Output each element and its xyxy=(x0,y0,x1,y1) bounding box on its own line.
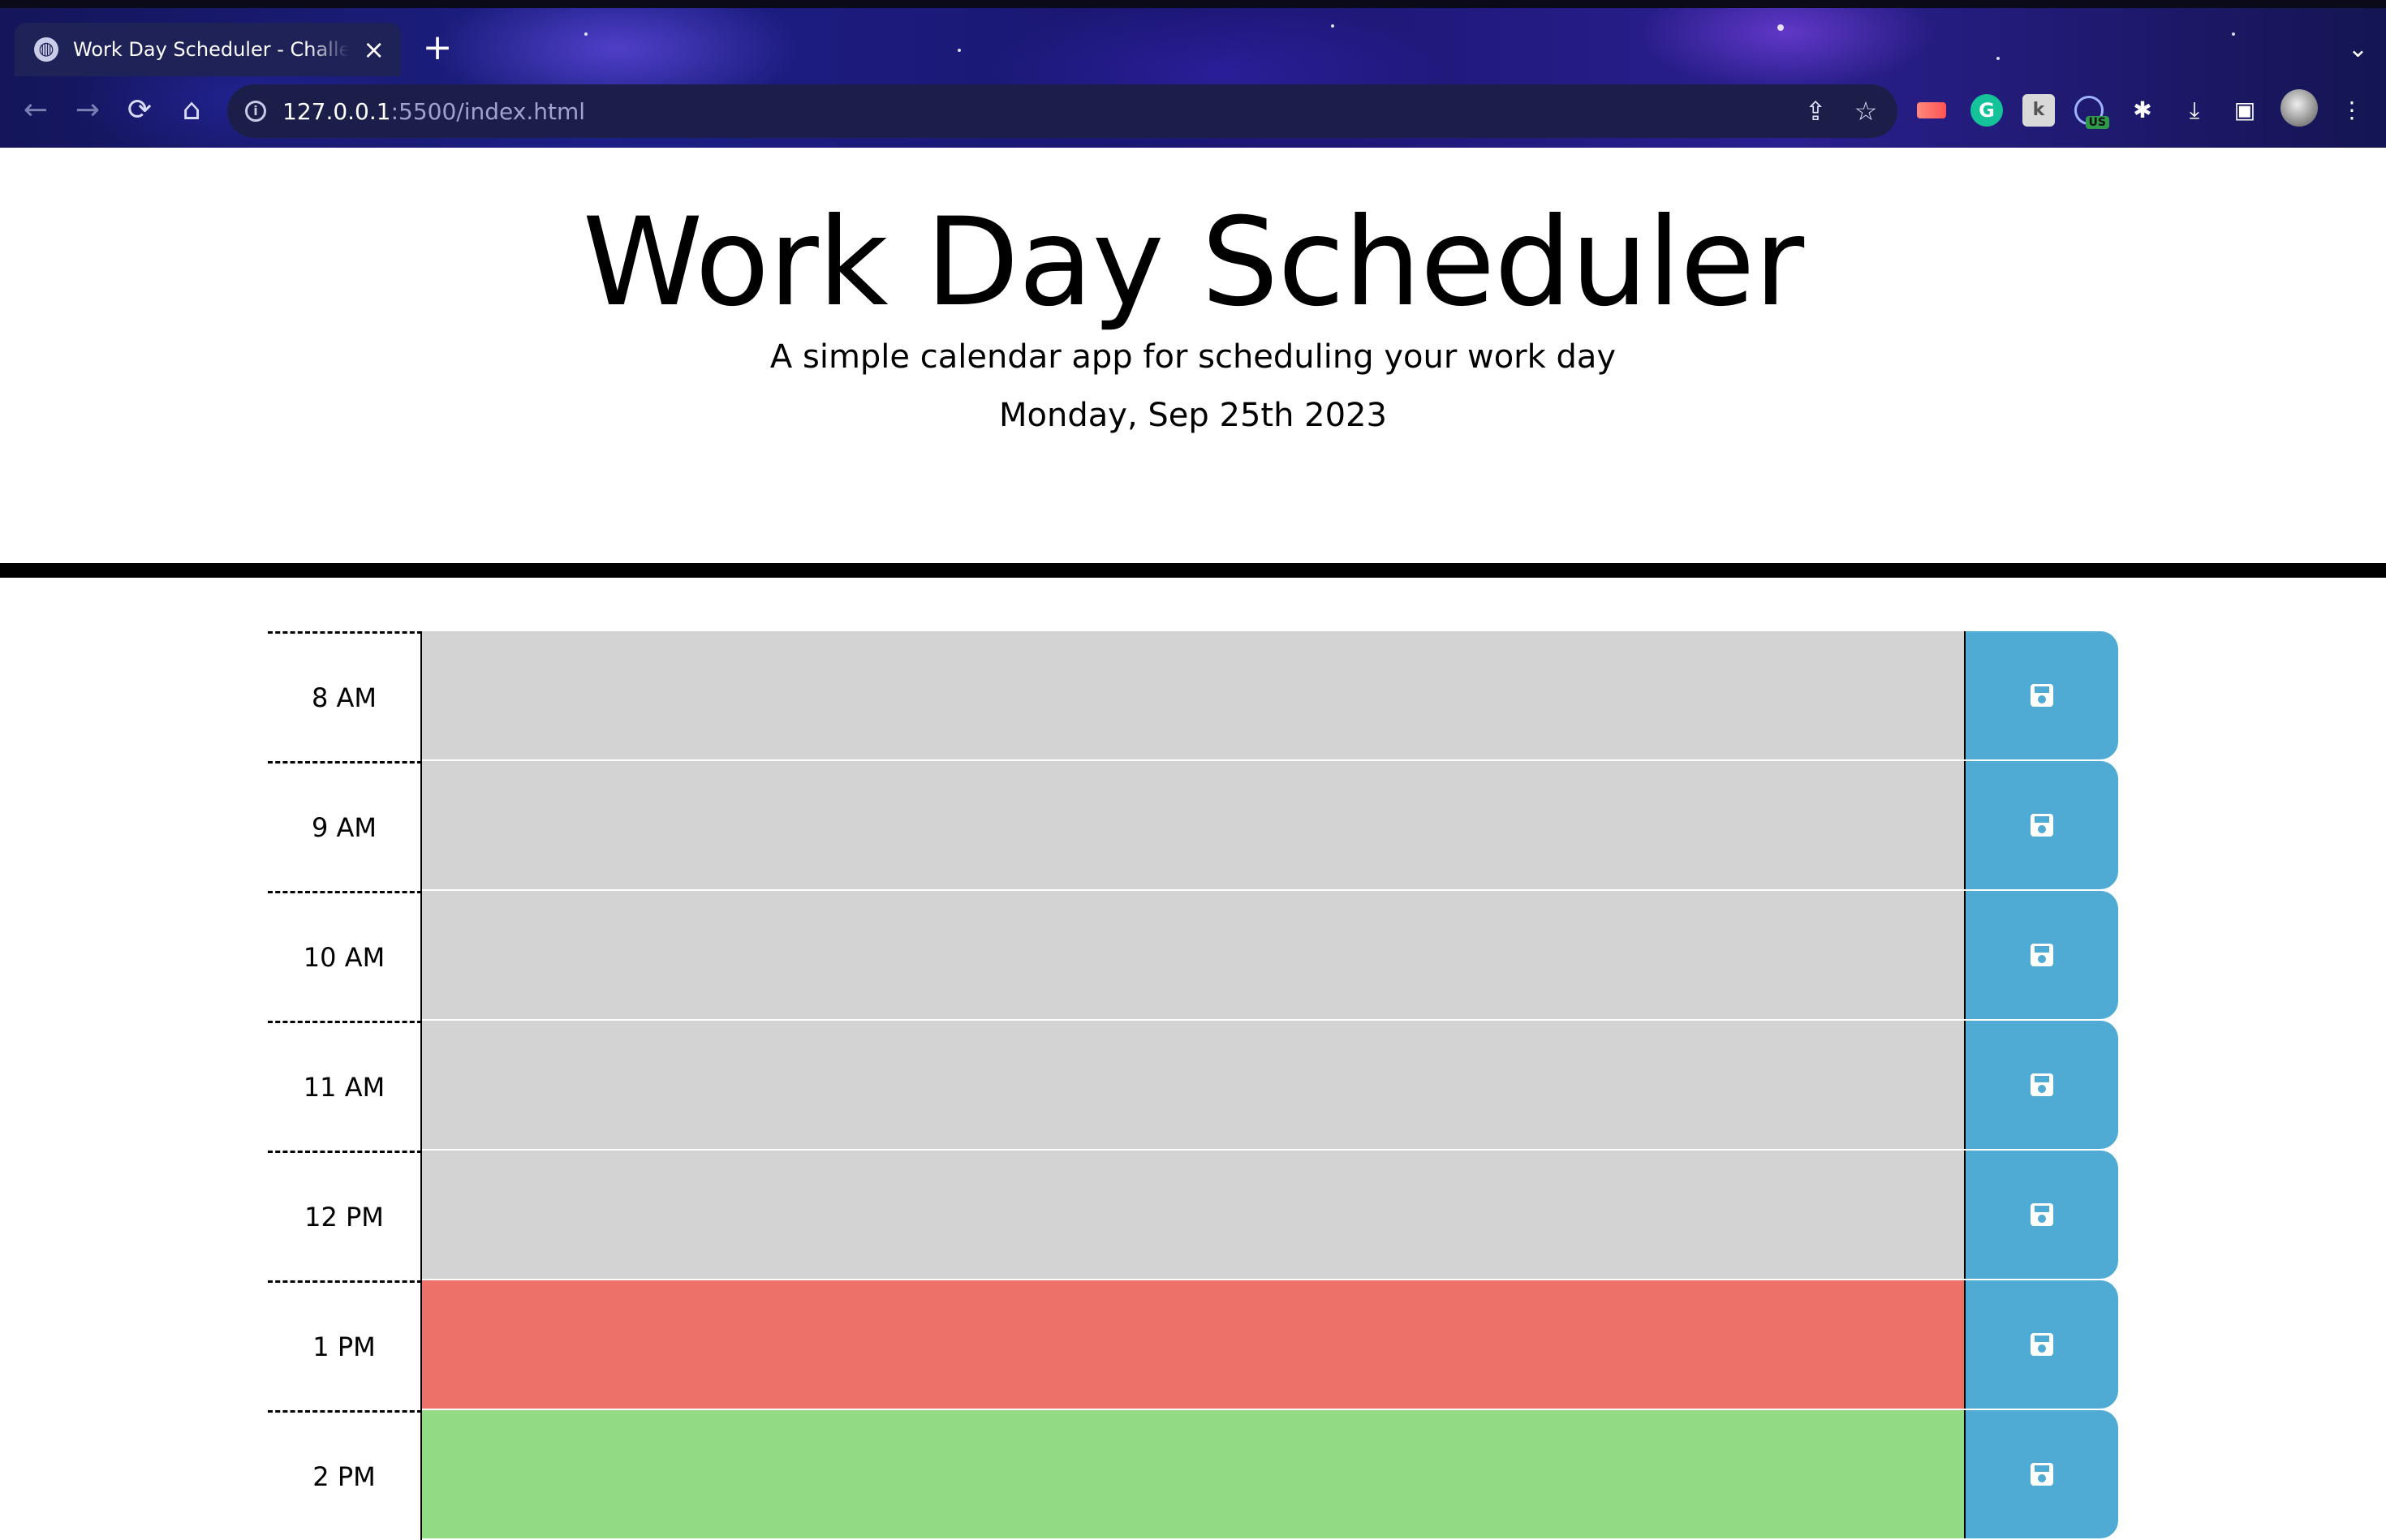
save-icon xyxy=(2031,814,2053,837)
save-button[interactable] xyxy=(1964,631,2118,759)
background-star xyxy=(1331,24,1334,28)
url-text[interactable]: 127.0.0.1:5500/index.html xyxy=(282,98,585,125)
tab-search-chevron-icon[interactable]: ⌄ xyxy=(2348,29,2368,70)
browser-menu-icon[interactable]: ⋮ xyxy=(2336,94,2368,127)
url-host: 127.0.0.1 xyxy=(282,97,391,125)
tab-title: Work Day Scheduler - Challen xyxy=(73,38,349,61)
event-description-input[interactable] xyxy=(422,891,1964,1021)
time-block-1pm: 1 PM xyxy=(268,1280,2118,1410)
time-block-9am: 9 AM xyxy=(268,761,2118,891)
save-icon xyxy=(2031,944,2053,966)
reload-button[interactable]: ⟳ xyxy=(117,88,162,133)
side-panel-icon[interactable]: ▣ xyxy=(2229,94,2261,127)
event-description-input[interactable] xyxy=(422,631,1964,761)
header-divider xyxy=(0,563,2386,578)
profile-avatar[interactable] xyxy=(2280,89,2318,127)
event-description-input[interactable] xyxy=(422,761,1964,891)
home-button[interactable]: ⌂ xyxy=(169,88,214,133)
browser-tab-active[interactable]: ◍ Work Day Scheduler - Challen × xyxy=(15,23,401,76)
save-button[interactable] xyxy=(1964,1410,2118,1538)
address-bar[interactable]: i 127.0.0.1:5500/index.html ⇪ ☆ xyxy=(227,84,1897,138)
time-block-2pm: 2 PM xyxy=(268,1410,2118,1540)
schedule-container: 8 AM 9 AM 10 AM 11 AM 12 PM 1 PM 2 PM xyxy=(268,631,2118,1540)
url-path: :5500/index.html xyxy=(390,97,586,125)
background-star xyxy=(2232,32,2235,36)
new-tab-button[interactable]: + xyxy=(416,28,459,71)
hour-label: 9 AM xyxy=(268,761,422,891)
share-icon[interactable]: ⇪ xyxy=(1797,92,1834,130)
time-block-8am: 8 AM xyxy=(268,631,2118,761)
background-star xyxy=(1996,57,2000,60)
event-description-input[interactable] xyxy=(422,1280,1964,1410)
site-info-icon[interactable]: i xyxy=(245,101,266,122)
download-icon[interactable]: ⤓ xyxy=(2178,94,2211,127)
time-block-10am: 10 AM xyxy=(268,891,2118,1021)
event-description-input[interactable] xyxy=(422,1021,1964,1151)
save-button[interactable] xyxy=(1964,891,2118,1019)
grammarly-extension-icon[interactable]: G xyxy=(1970,94,2003,127)
globe-icon: ◍ xyxy=(34,37,58,62)
hour-label: 1 PM xyxy=(268,1280,422,1410)
save-icon xyxy=(2031,684,2053,707)
page-content: Work Day Scheduler A simple calendar app… xyxy=(0,148,2386,1540)
extensions-puzzle-icon[interactable]: ✱ xyxy=(2126,94,2159,127)
save-icon xyxy=(2031,1463,2053,1486)
time-block-12pm: 12 PM xyxy=(268,1151,2118,1280)
save-icon xyxy=(2031,1073,2053,1096)
browser-toolbar: ← → ⟳ ⌂ i 127.0.0.1:5500/index.html ⇪ ☆ … xyxy=(0,78,2386,148)
save-icon xyxy=(2031,1333,2053,1356)
back-button[interactable]: ← xyxy=(13,88,58,133)
background-star xyxy=(958,49,961,52)
forward-button[interactable]: → xyxy=(65,88,110,133)
background-star xyxy=(1777,24,1784,31)
page-subtitle: A simple calendar app for scheduling you… xyxy=(769,338,1617,376)
save-button[interactable] xyxy=(1964,1021,2118,1149)
time-block-11am: 11 AM xyxy=(268,1021,2118,1151)
save-button[interactable] xyxy=(1964,1151,2118,1279)
save-icon xyxy=(2031,1203,2053,1226)
vpn-extension-icon[interactable]: US xyxy=(2074,96,2109,129)
save-button[interactable] xyxy=(1964,761,2118,889)
save-button[interactable] xyxy=(1964,1280,2118,1409)
event-description-input[interactable] xyxy=(422,1151,1964,1280)
page-title: Work Day Scheduler xyxy=(582,192,1804,333)
hour-label: 12 PM xyxy=(268,1151,422,1280)
hour-label: 2 PM xyxy=(268,1410,422,1540)
bookmark-star-icon[interactable]: ☆ xyxy=(1847,92,1884,130)
window-top-edge xyxy=(0,0,2386,8)
close-tab-icon[interactable]: × xyxy=(363,34,385,65)
header-jumbotron: Work Day Scheduler A simple calendar app… xyxy=(0,148,2386,563)
background-star xyxy=(584,32,588,36)
screencast-extension-icon[interactable] xyxy=(1917,102,1946,118)
browser-chrome: ◍ Work Day Scheduler - Challen × + ⌄ ← →… xyxy=(0,0,2386,148)
vpn-region-badge: US xyxy=(2085,116,2109,129)
k-extension-icon[interactable]: k xyxy=(2022,94,2055,127)
event-description-input[interactable] xyxy=(422,1410,1964,1540)
hour-label: 10 AM xyxy=(268,891,422,1021)
current-day: Monday, Sep 25th 2023 xyxy=(999,397,1387,434)
hour-label: 8 AM xyxy=(268,631,422,761)
hour-label: 11 AM xyxy=(268,1021,422,1151)
